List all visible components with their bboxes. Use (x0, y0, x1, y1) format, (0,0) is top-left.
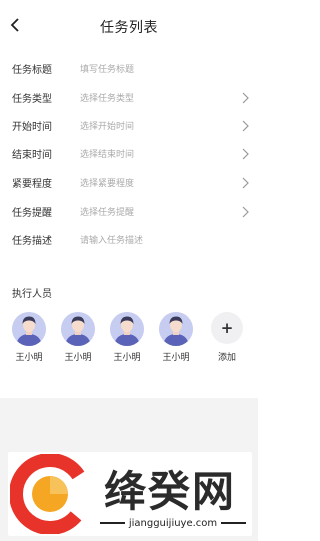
executor-name: 王小明 (162, 353, 190, 363)
executor-item[interactable]: 王小明 (107, 312, 147, 368)
form-row[interactable]: 任务类型 选择任务类型 (0, 84, 258, 112)
executor-name: 王小明 (64, 353, 92, 363)
chevron-right-icon (242, 92, 249, 104)
form-row-label: 任务类型 (12, 94, 52, 105)
executors-list: 王小明 王小明 王小明 王小明 + 添加 (0, 312, 258, 372)
form-row[interactable]: 结束时间 选择结束时间 (0, 140, 258, 168)
executor-item[interactable]: 王小明 (9, 312, 49, 368)
watermark-banner: 绛癸网 jiangguijiuye.com (8, 452, 252, 536)
form-row-input[interactable]: 选择任务类型 (80, 91, 134, 104)
person-icon (159, 312, 193, 346)
executors-title: 执行人员 (12, 289, 52, 300)
form-row-label: 结束时间 (12, 150, 52, 161)
form-row-label: 开始时间 (12, 122, 52, 133)
form-row-input[interactable]: 请输入任务描述 (80, 233, 143, 246)
divider (221, 522, 246, 524)
divider (100, 522, 125, 524)
person-icon (110, 312, 144, 346)
form-row-input[interactable]: 选择结束时间 (80, 147, 134, 160)
watermark-url-text: jiangguijiuye.com (128, 517, 218, 529)
form-row-input[interactable]: 选择紧要程度 (80, 176, 134, 189)
avatar (159, 312, 193, 346)
executor-item[interactable]: 王小明 (156, 312, 196, 368)
form-row-input[interactable]: 选择开始时间 (80, 119, 134, 132)
chevron-right-icon (242, 177, 249, 189)
form-row-label: 任务提醒 (12, 208, 52, 219)
form-row-label: 紧要程度 (12, 179, 52, 190)
executor-name: 王小明 (15, 353, 43, 363)
add-executor-button[interactable]: + 添加 (207, 312, 247, 368)
form-row-label: 任务描述 (12, 236, 52, 247)
watermark-url: jiangguijiuye.com (100, 516, 246, 530)
executor-name: 王小明 (113, 353, 141, 363)
form-row-label: 任务标题 (12, 65, 52, 76)
watermark-brand: 绛癸网 (104, 467, 237, 516)
chevron-right-icon (242, 148, 249, 160)
add-executor-label: 添加 (217, 353, 236, 363)
form-row[interactable]: 任务提醒 选择任务提醒 (0, 198, 258, 226)
avatar (12, 312, 46, 346)
watermark-logo-icon (10, 454, 90, 534)
form-row-input[interactable]: 填写任务标题 (80, 62, 134, 75)
form-row[interactable]: 紧要程度 选择紧要程度 (0, 169, 258, 197)
navigation-bar: 任务列表 (0, 0, 258, 52)
avatar (61, 312, 95, 346)
form-row[interactable]: 任务描述 请输入任务描述 (0, 226, 258, 254)
person-icon (12, 312, 46, 346)
person-icon (61, 312, 95, 346)
executor-item[interactable]: 王小明 (58, 312, 98, 368)
page-title: 任务列表 (100, 20, 158, 36)
avatar (110, 312, 144, 346)
form-row-input[interactable]: 选择任务提醒 (80, 205, 134, 218)
form-row[interactable]: 任务标题 填写任务标题 (0, 55, 258, 83)
form-row[interactable]: 开始时间 选择开始时间 (0, 112, 258, 140)
chevron-right-icon (242, 206, 249, 218)
plus-icon: + (211, 312, 243, 344)
chevron-right-icon (242, 120, 249, 132)
